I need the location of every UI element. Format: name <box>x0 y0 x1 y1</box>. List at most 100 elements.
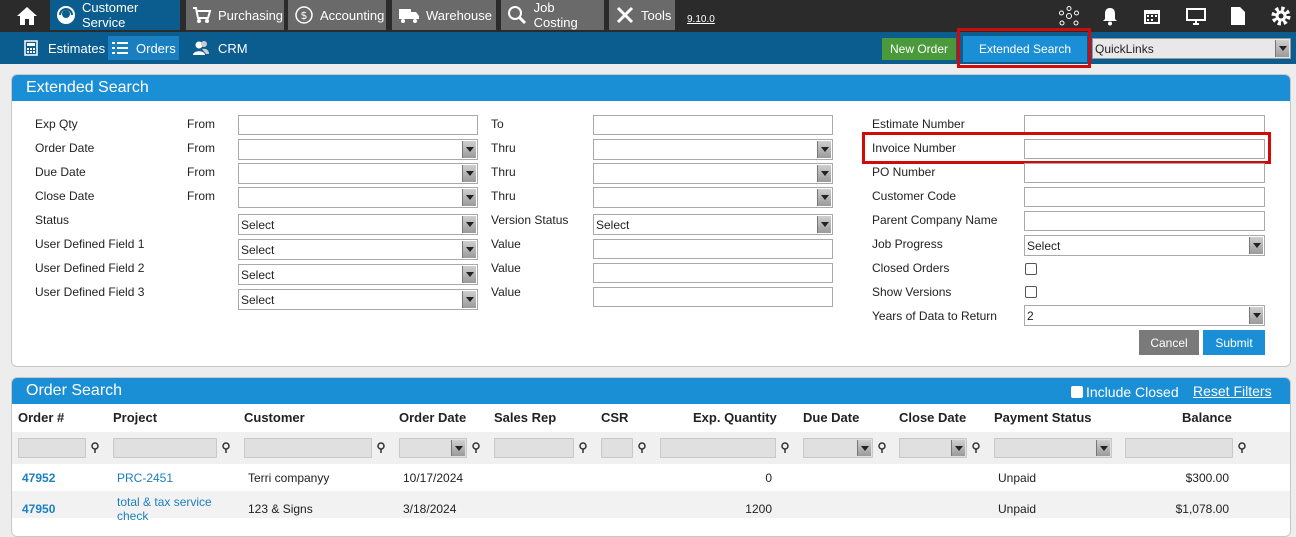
due-date-from-picker[interactable] <box>238 163 478 184</box>
column-header[interactable]: Payment Status <box>994 410 1092 425</box>
subnav-label: Estimates <box>48 40 106 56</box>
filter-icon[interactable] <box>220 441 232 455</box>
customer-code-input[interactable] <box>1024 187 1265 207</box>
chevron-down-icon <box>462 266 476 283</box>
filter-icon[interactable] <box>375 441 387 455</box>
column-header[interactable]: Order Date <box>399 410 466 425</box>
parent-company-input[interactable] <box>1024 211 1265 231</box>
column-header[interactable]: Exp. Quantity <box>693 410 777 425</box>
select-value: Select <box>241 217 275 232</box>
filter-icon[interactable] <box>970 441 982 455</box>
filter-project-input[interactable] <box>113 438 217 458</box>
select-value: Select <box>241 292 275 307</box>
thru-label: Thru <box>491 165 516 179</box>
close-date-from-picker[interactable] <box>238 187 478 208</box>
filter-balance-input[interactable] <box>1125 438 1233 458</box>
filter-icon[interactable] <box>636 441 648 455</box>
column-header[interactable]: Sales Rep <box>494 410 556 425</box>
filter-icon[interactable] <box>470 441 482 455</box>
cancel-button[interactable]: Cancel <box>1139 330 1199 355</box>
filter-payment-status-select[interactable] <box>994 438 1112 458</box>
submit-button[interactable]: Submit <box>1203 330 1265 355</box>
udf1-select[interactable]: Select <box>238 239 478 260</box>
tab-tools[interactable]: Tools <box>609 0 675 30</box>
column-header[interactable]: Customer <box>244 410 305 425</box>
filter-icon[interactable] <box>577 441 589 455</box>
po-number-label: PO Number <box>872 165 936 179</box>
version-link[interactable]: 9.10.0 <box>687 14 715 25</box>
column-header[interactable]: Balance <box>1182 410 1232 425</box>
column-header[interactable]: Due Date <box>803 410 859 425</box>
order-number-link[interactable]: 47952 <box>22 471 55 485</box>
due-date-thru-picker[interactable] <box>593 163 833 184</box>
filter-customer-input[interactable] <box>244 438 372 458</box>
tab-purchasing[interactable]: Purchasing <box>186 0 284 30</box>
version-status-select[interactable]: Select <box>593 214 833 235</box>
udf3-select[interactable]: Select <box>238 289 478 310</box>
udf2-value-input[interactable] <box>593 263 833 283</box>
column-header[interactable]: Project <box>113 410 157 425</box>
column-header[interactable]: Close Date <box>899 410 966 425</box>
order-number-link[interactable]: 47950 <box>22 502 55 516</box>
project-link[interactable]: PRC-2451 <box>117 471 173 485</box>
status-select[interactable]: Select <box>238 214 478 235</box>
subnav-item-estimates[interactable]: Estimates <box>18 36 109 60</box>
tab-warehouse[interactable]: Warehouse <box>392 0 496 30</box>
calendar-icon[interactable] <box>1140 4 1164 28</box>
document-icon[interactable] <box>1226 4 1250 28</box>
quicklinks-select[interactable]: QuickLinks <box>1092 38 1291 59</box>
exp-qty-to-input[interactable] <box>593 115 833 135</box>
bell-icon[interactable] <box>1098 4 1122 28</box>
subnav-item-crm[interactable]: CRM <box>188 36 252 60</box>
filter-csr-input[interactable] <box>601 438 633 458</box>
close-date-thru-picker[interactable] <box>593 187 833 208</box>
filter-icon[interactable] <box>89 441 101 455</box>
filter-exp-qty-input[interactable] <box>660 438 776 458</box>
tab-job-costing[interactable]: Job Costing <box>501 0 604 30</box>
tab-customer-service[interactable]: Customer Service <box>50 0 180 30</box>
project-link[interactable]: total & tax service <box>117 495 212 509</box>
chevron-down-icon <box>817 165 831 182</box>
udf2-select[interactable]: Select <box>238 264 478 285</box>
chevron-down-icon <box>451 440 465 456</box>
exp-qty-from-input[interactable] <box>238 115 478 135</box>
column-header[interactable]: CSR <box>601 410 628 425</box>
order-date-from-picker[interactable] <box>238 139 478 160</box>
udf1-value-input[interactable] <box>593 239 833 259</box>
monitor-icon[interactable] <box>1184 4 1208 28</box>
top-nav: Customer Service Purchasing $ Accounting… <box>0 0 1296 32</box>
reset-filters-link[interactable]: Reset Filters <box>1193 383 1272 399</box>
table-row[interactable] <box>12 464 1290 491</box>
po-number-input[interactable] <box>1024 163 1265 183</box>
subnav-item-orders[interactable]: Orders <box>108 36 179 60</box>
highlight-box <box>957 28 1091 68</box>
gear-icon[interactable] <box>1269 4 1293 28</box>
udf3-value-input[interactable] <box>593 287 833 307</box>
include-closed-checkbox[interactable] <box>1071 386 1083 398</box>
filter-close-date-picker[interactable] <box>899 438 967 458</box>
project-link[interactable]: check <box>117 509 148 523</box>
column-header[interactable]: Order # <box>18 410 64 425</box>
filter-due-date-picker[interactable] <box>803 438 873 458</box>
search-icon <box>507 4 528 26</box>
tools-icon <box>615 4 635 26</box>
job-progress-select[interactable]: Select <box>1024 235 1265 256</box>
filter-sales-rep-input[interactable] <box>494 438 574 458</box>
select-value: Select <box>241 267 275 282</box>
network-icon[interactable] <box>1057 4 1081 28</box>
filter-icon[interactable] <box>779 441 791 455</box>
field-label: Due Date <box>35 165 86 179</box>
filter-order-date-picker[interactable] <box>399 438 467 458</box>
closed-orders-checkbox[interactable] <box>1025 263 1037 275</box>
subnav-label: CRM <box>218 40 248 56</box>
filter-icon[interactable] <box>876 441 888 455</box>
order-date-thru-picker[interactable] <box>593 139 833 160</box>
years-data-select[interactable]: 2 <box>1024 305 1265 326</box>
tab-accounting[interactable]: $ Accounting <box>288 0 386 30</box>
filter-icon[interactable] <box>1236 441 1248 455</box>
value-label: Value <box>491 261 521 275</box>
show-versions-checkbox[interactable] <box>1025 286 1037 298</box>
new-order-button[interactable]: New Order <box>882 38 956 60</box>
home-icon[interactable] <box>14 4 40 28</box>
filter-order-input[interactable] <box>18 438 86 458</box>
